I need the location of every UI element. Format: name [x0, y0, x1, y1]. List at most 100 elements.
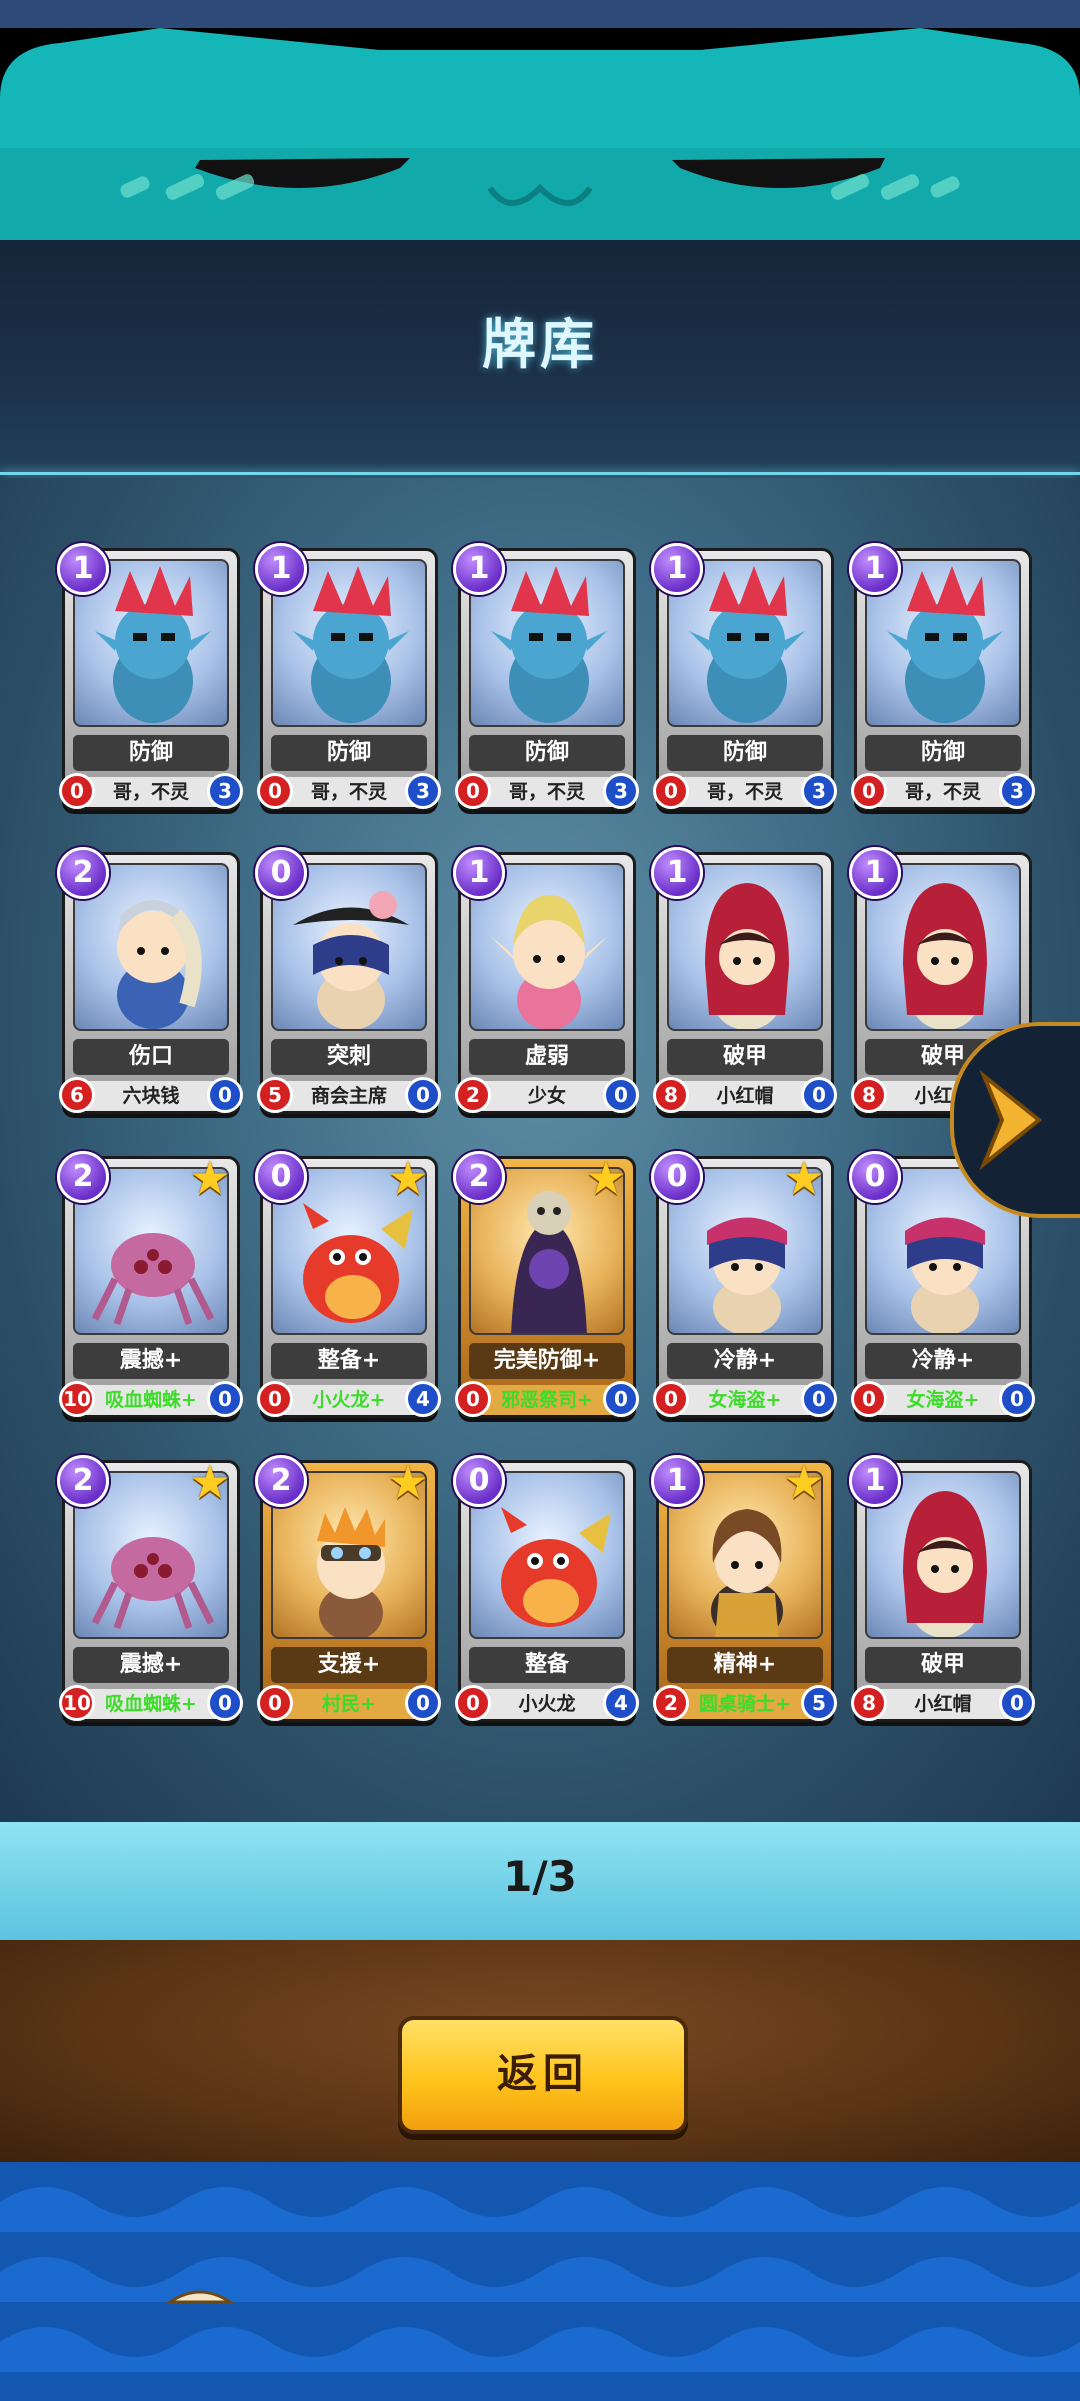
health-badge: 0	[603, 1381, 639, 1417]
cost-badge: 0	[651, 1151, 703, 1203]
star-icon: ★	[189, 1455, 231, 1509]
chevron-right-icon	[979, 1069, 1043, 1171]
health-badge: 3	[405, 773, 441, 809]
attack-badge: 0	[257, 773, 293, 809]
deck-card[interactable]: 突刺 商会主席 0 5 0	[255, 847, 441, 1114]
cost-badge: 2	[57, 1455, 109, 1507]
cat-face-header	[0, 28, 1080, 240]
card-name: 震撼+	[73, 1647, 229, 1683]
attack-badge: 5	[257, 1077, 293, 1113]
deck-card[interactable]: 整备+ 小火龙+ 0 ★ 0 4	[255, 1151, 441, 1418]
card-name: 精神+	[667, 1647, 823, 1683]
cost-badge: 1	[849, 1455, 901, 1507]
deck-card[interactable]: 破甲小红帽180	[849, 1455, 1035, 1722]
health-badge: 3	[999, 773, 1035, 809]
health-badge: 3	[603, 773, 639, 809]
attack-badge: 0	[851, 1381, 887, 1417]
cost-badge: 1	[453, 847, 505, 899]
health-badge: 0	[999, 1381, 1035, 1417]
health-badge: 3	[207, 773, 243, 809]
deck-card[interactable]: 防御 哥，不灵 1 0 3	[57, 543, 243, 810]
cost-badge: 1	[651, 543, 703, 595]
deck-card[interactable]: 防御 哥，不灵 1 0 3	[651, 543, 837, 810]
card-name: 支援+	[271, 1647, 427, 1683]
star-icon: ★	[387, 1151, 429, 1205]
cat-face-art	[0, 28, 1080, 240]
deck-card[interactable]: 虚弱 少女 1 2 0	[453, 847, 639, 1114]
attack-badge: 0	[455, 773, 491, 809]
card-name: 整备	[469, 1647, 625, 1683]
attack-badge: 0	[653, 1381, 689, 1417]
attack-badge: 6	[59, 1077, 95, 1113]
deck-card[interactable]: 整备 小火龙 0 0 4	[453, 1455, 639, 1722]
attack-badge: 0	[455, 1685, 491, 1721]
attack-badge: 8	[851, 1685, 887, 1721]
health-badge: 0	[801, 1077, 837, 1113]
attack-badge: 8	[851, 1077, 887, 1113]
cost-badge: 2	[453, 1151, 505, 1203]
deck-card[interactable]: 防御 哥，不灵 1 0 3	[849, 543, 1035, 810]
attack-badge: 0	[653, 773, 689, 809]
attack-badge: 8	[653, 1077, 689, 1113]
deck-card[interactable]: 冷静+女海盗+0★00	[651, 1151, 837, 1418]
star-icon: ★	[585, 1151, 627, 1205]
card-name: 防御	[667, 735, 823, 771]
cost-badge: 0	[849, 1151, 901, 1203]
star-icon: ★	[189, 1151, 231, 1205]
health-badge: 3	[801, 773, 837, 809]
card-name: 虚弱	[469, 1039, 625, 1075]
health-badge: 0	[603, 1077, 639, 1113]
cost-badge: 2	[57, 847, 109, 899]
card-name: 冷静+	[865, 1343, 1021, 1379]
attack-badge: 2	[653, 1685, 689, 1721]
attack-badge: 0	[59, 773, 95, 809]
card-name: 防御	[469, 735, 625, 771]
attack-badge: 0	[257, 1381, 293, 1417]
card-name: 伤口	[73, 1039, 229, 1075]
card-name: 防御	[865, 735, 1021, 771]
sea-decoration	[0, 2162, 1080, 2401]
attack-badge: 0	[851, 773, 887, 809]
cost-badge: 2	[57, 1151, 109, 1203]
attack-badge: 2	[455, 1077, 491, 1113]
deck-card[interactable]: 震撼+ 吸血蜘蛛+ 2 ★ 10 0	[57, 1455, 243, 1722]
health-badge: 4	[603, 1685, 639, 1721]
cost-badge: 1	[453, 543, 505, 595]
cost-badge: 1	[57, 543, 109, 595]
deck-card[interactable]: 震撼+ 吸血蜘蛛+ 2 ★ 10 0	[57, 1151, 243, 1418]
cost-badge: 0	[255, 847, 307, 899]
health-badge: 5	[801, 1685, 837, 1721]
deck-card[interactable]: 精神+ 圆桌骑士+ 1 ★ 2 5	[651, 1455, 837, 1722]
card-name: 冷静+	[667, 1343, 823, 1379]
cost-badge: 2	[255, 1455, 307, 1507]
health-badge: 0	[999, 1685, 1035, 1721]
cost-badge: 1	[849, 847, 901, 899]
health-badge: 0	[207, 1685, 243, 1721]
deck-card[interactable]: 完美防御+ 邪恶祭司+ 2 ★ 0 0	[453, 1151, 639, 1418]
deck-card[interactable]: 防御 哥，不灵 1 0 3	[453, 543, 639, 810]
health-badge: 0	[801, 1381, 837, 1417]
deck-card[interactable]: 伤口 六块钱 2 6 0	[57, 847, 243, 1114]
cost-badge: 1	[849, 543, 901, 595]
health-badge: 0	[207, 1381, 243, 1417]
back-button[interactable]: 返回	[398, 2016, 688, 2134]
card-name: 破甲	[865, 1647, 1021, 1683]
health-badge: 0	[207, 1077, 243, 1113]
card-name: 整备+	[271, 1343, 427, 1379]
card-name: 防御	[73, 735, 229, 771]
top-bar	[0, 0, 1080, 28]
attack-badge: 0	[257, 1685, 293, 1721]
attack-badge: 0	[455, 1381, 491, 1417]
deck-card[interactable]: 破甲小红帽180	[651, 847, 837, 1114]
cost-badge: 1	[255, 543, 307, 595]
health-badge: 0	[405, 1077, 441, 1113]
star-icon: ★	[783, 1151, 825, 1205]
card-name: 完美防御+	[469, 1343, 625, 1379]
cost-badge: 0	[453, 1455, 505, 1507]
card-name: 突刺	[271, 1039, 427, 1075]
deck-card[interactable]: 防御 哥，不灵 1 0 3	[255, 543, 441, 810]
next-page-button[interactable]	[950, 1022, 1080, 1218]
cost-badge: 1	[651, 847, 703, 899]
cost-badge: 1	[651, 1455, 703, 1507]
deck-card[interactable]: 支援+ 村民+ 2 ★ 0 0	[255, 1455, 441, 1722]
